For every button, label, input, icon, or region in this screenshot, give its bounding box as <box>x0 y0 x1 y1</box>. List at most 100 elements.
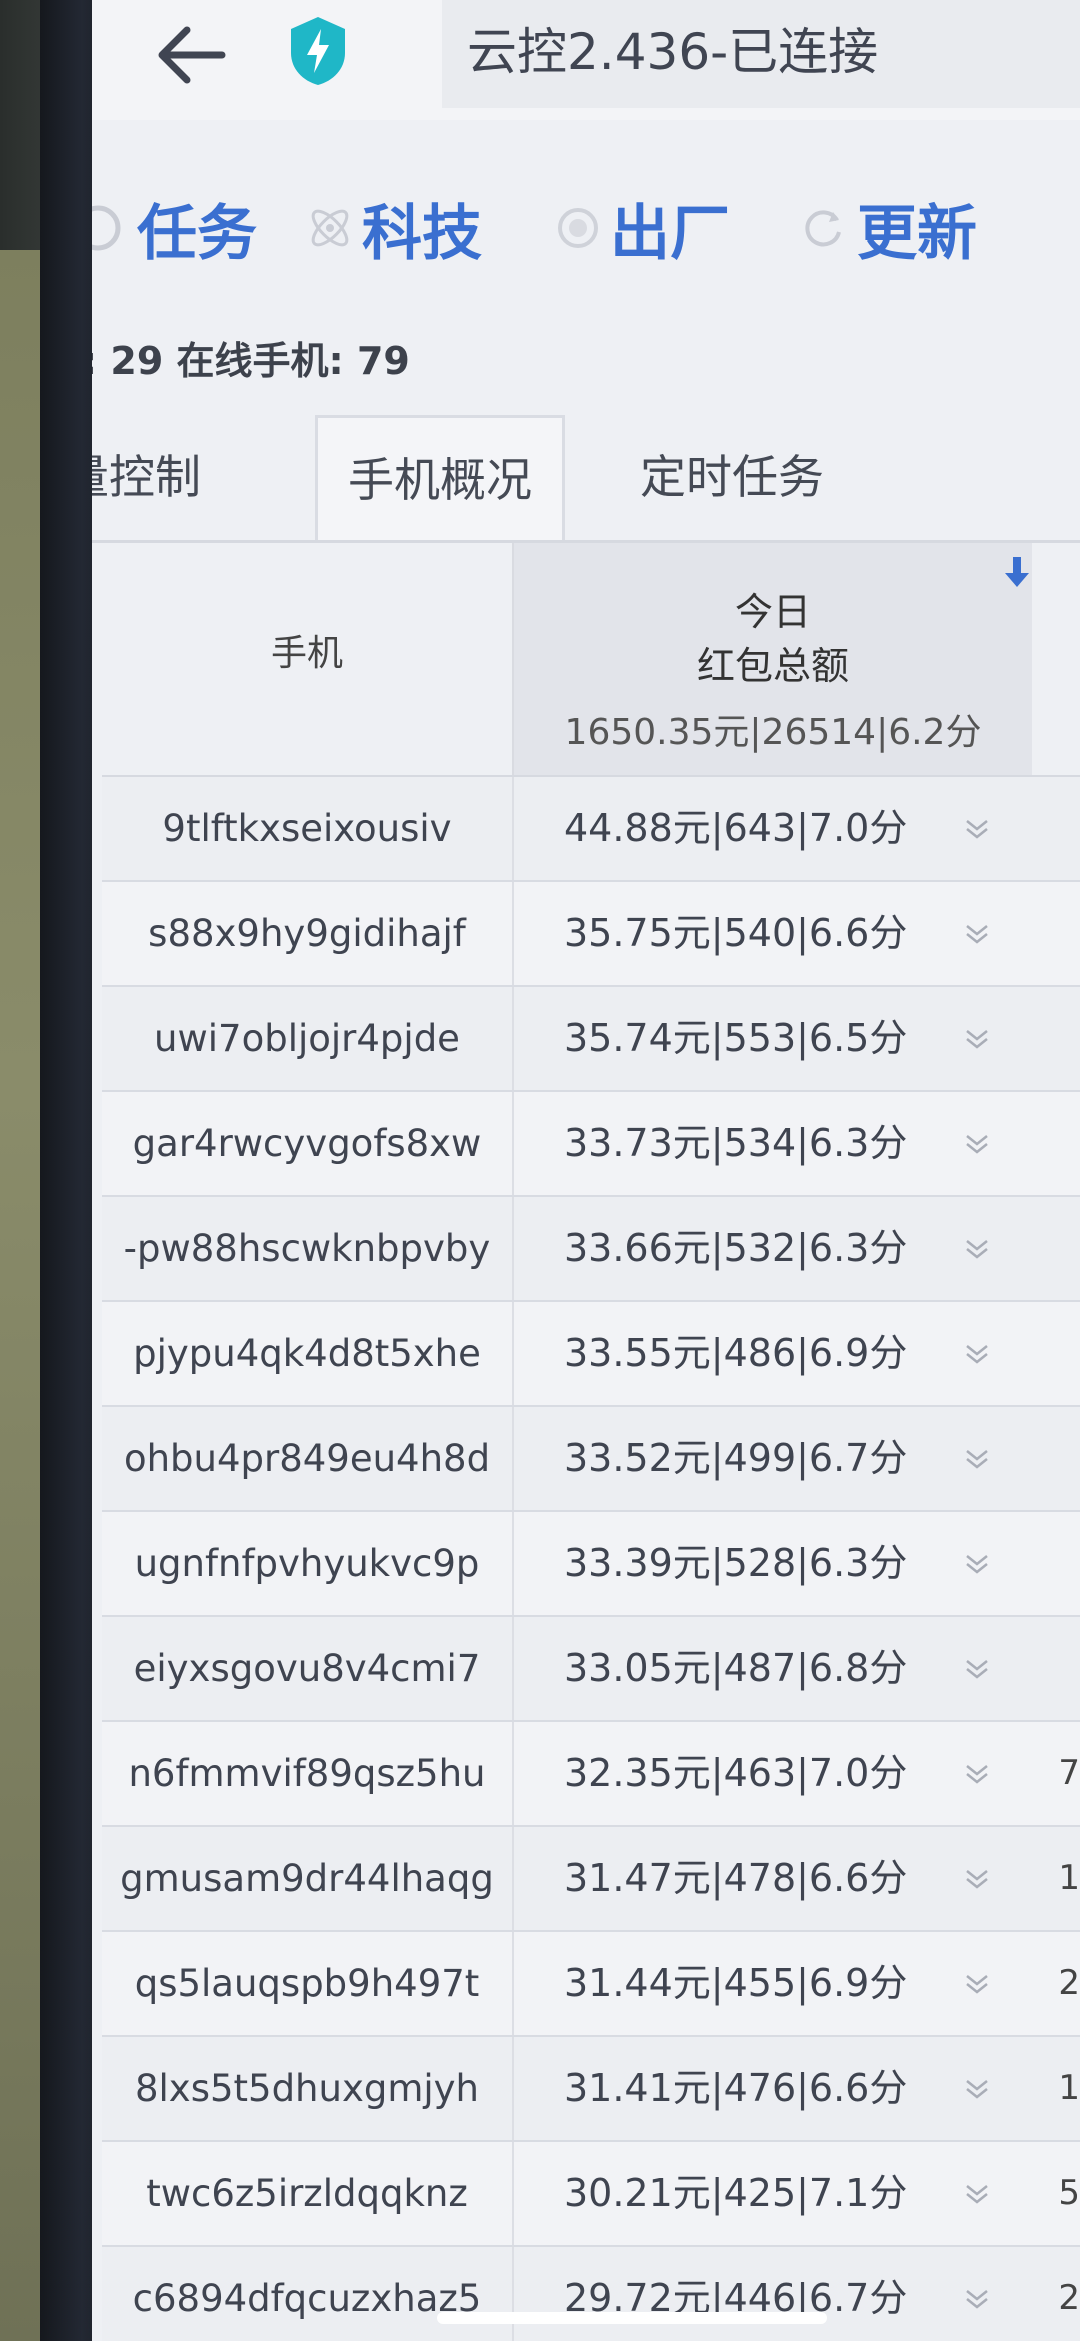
chevron-down-icon[interactable] <box>962 1447 992 1471</box>
amount-value: 33.66元|532|6.3分 <box>564 1226 908 1270</box>
amount-cell: 33.66元|532|6.3分 <box>512 1197 1032 1300</box>
chevron-down-icon[interactable] <box>962 1237 992 1261</box>
amount-cell: 31.41元|476|6.6分 <box>512 2037 1032 2140</box>
tab-phone-overview[interactable]: 手机概况 <box>315 415 565 540</box>
column-header-phone-label: 手机 <box>270 633 343 674</box>
next-column-cell: 1 <box>1058 2068 1080 2108</box>
table-row[interactable]: 9tlftkxseixousiv 44.88元|643|7.0分 <box>102 777 1080 882</box>
table-row[interactable]: ohbu4pr849eu4h8d 33.52元|499|6.7分 <box>102 1407 1080 1512</box>
atom-icon <box>311 209 349 247</box>
chevron-down-icon[interactable] <box>962 1657 992 1681</box>
chevron-down-icon[interactable] <box>962 2077 992 2101</box>
next-column-cell <box>1030 882 1080 985</box>
table-row[interactable]: qs5lauqspb9h497t 31.44元|455|6.9分 2 <box>102 1932 1080 2037</box>
chevron-down-icon[interactable] <box>962 2182 992 2206</box>
next-column-cell <box>1030 1092 1080 1195</box>
amount-value: 35.74元|553|6.5分 <box>564 1016 908 1060</box>
table-row[interactable]: c6894dfqcuzxhaz5 29.72元|446|6.7分 2 <box>102 2247 1080 2341</box>
phone-id-cell: s88x9hy9gidihajf <box>102 882 512 985</box>
amount-cell: 35.75元|540|6.6分 <box>512 882 1032 985</box>
arrow-left-icon[interactable] <box>152 20 232 90</box>
table-row[interactable]: n6fmmvif89qsz5hu 32.35元|463|7.0分 7 <box>102 1722 1080 1827</box>
amount-value: 33.39元|528|6.3分 <box>564 1541 908 1585</box>
amount-value: 31.44元|455|6.9分 <box>564 1961 908 2005</box>
phone-id: gmusam9dr44lhaqg <box>120 1857 494 1900</box>
app-screen: 云控2.436-已连接 任务 科技 出厂 更新 机: 29 在线手机: 79 批… <box>92 0 1080 2341</box>
phone-table: 手机 今日 红包总额 1650.35元|26514|6.2分 9tlftkxse… <box>102 543 1080 2341</box>
phone-id-cell: 8lxs5t5dhuxgmjyh <box>102 2037 512 2140</box>
phone-id: gar4rwcyvgofs8xw <box>132 1122 482 1165</box>
next-column-cell: 7 <box>1058 1753 1080 1793</box>
table-row[interactable]: -pw88hscwknbpvby 33.66元|532|6.3分 <box>102 1197 1080 1302</box>
phone-id: pjypu4qk4d8t5xhe <box>133 1332 481 1375</box>
amount-cell: 31.44元|455|6.9分 <box>512 1932 1032 2035</box>
page-title: 云控2.436-已连接 <box>467 23 879 81</box>
phone-id-cell: eiyxsgovu8v4cmi7 <box>102 1617 512 1720</box>
next-column-cell <box>1030 1512 1080 1615</box>
phone-id: eiyxsgovu8v4cmi7 <box>133 1647 481 1690</box>
table-row[interactable]: gmusam9dr44lhaqg 31.47元|478|6.6分 1 <box>102 1827 1080 1932</box>
amount-cell: 30.21元|425|7.1分 <box>512 2142 1032 2245</box>
chevron-down-icon[interactable] <box>962 1132 992 1156</box>
menu-item-tech[interactable]: 科技 <box>362 185 482 272</box>
table-row[interactable]: eiyxsgovu8v4cmi7 33.05元|487|6.8分 <box>102 1617 1080 1722</box>
phone-id: ugnfnfpvhyukvc9p <box>134 1542 480 1585</box>
chevron-down-icon[interactable] <box>962 1027 992 1051</box>
table-row[interactable]: twc6z5irzldqqknz 30.21元|425|7.1分 5 <box>102 2142 1080 2247</box>
amount-cell: 33.52元|499|6.7分 <box>512 1407 1032 1510</box>
chevron-down-icon[interactable] <box>962 1552 992 1576</box>
chevron-down-icon[interactable] <box>962 817 992 841</box>
table-row[interactable]: gar4rwcyvgofs8xw 33.73元|534|6.3分 <box>102 1092 1080 1197</box>
menu-item-update[interactable]: 更新 <box>857 185 977 272</box>
table-body: 9tlftkxseixousiv 44.88元|643|7.0分 s88x9hy9g… <box>102 777 1080 2341</box>
column-header-amount[interactable]: 今日 红包总额 1650.35元|26514|6.2分 <box>512 543 1032 775</box>
chevron-down-icon[interactable] <box>962 922 992 946</box>
phone-id: s88x9hy9gidihajf <box>148 912 466 955</box>
chevron-down-icon[interactable] <box>962 1972 992 1996</box>
next-column-cell <box>1030 1197 1080 1300</box>
amount-value: 32.35元|463|7.0分 <box>564 1751 908 1795</box>
tab-batch-control[interactable]: 批量控制 <box>92 415 201 540</box>
amount-cell: 31.47元|478|6.6分 <box>512 1827 1032 1930</box>
phone-id-cell: gmusam9dr44lhaqg <box>102 1827 512 1930</box>
menu-item-task[interactable]: 任务 <box>137 185 257 272</box>
column-total-summary: 1650.35元|26514|6.2分 <box>564 712 982 753</box>
phone-id-cell: qs5lauqspb9h497t <box>102 1932 512 2035</box>
phone-id-cell: -pw88hscwknbpvby <box>102 1197 512 1300</box>
phone-id: c6894dfqcuzxhaz5 <box>132 2277 482 2320</box>
table-row[interactable]: pjypu4qk4d8t5xhe 33.55元|486|6.9分 <box>102 1302 1080 1407</box>
chevron-down-icon[interactable] <box>962 1762 992 1786</box>
phone-id: 8lxs5t5dhuxgmjyh <box>134 2067 480 2110</box>
amount-value: 33.55元|486|6.9分 <box>564 1331 908 1375</box>
task-icon <box>92 205 121 251</box>
next-column-cell <box>1030 987 1080 1090</box>
phone-id: n6fmmvif89qsz5hu <box>128 1752 486 1795</box>
table-row[interactable]: 8lxs5t5dhuxgmjyh 31.41元|476|6.6分 1 <box>102 2037 1080 2142</box>
chevron-down-icon[interactable] <box>962 1867 992 1891</box>
tab-scheduled-tasks[interactable]: 定时任务 <box>640 415 824 540</box>
phone-id: 9tlftkxseixousiv <box>162 807 452 850</box>
top-menu: 任务 科技 出厂 更新 <box>92 160 1080 290</box>
sort-down-icon[interactable] <box>1002 553 1032 593</box>
menu-item-factory[interactable]: 出厂 <box>610 185 730 272</box>
next-column-cell <box>1030 1617 1080 1720</box>
amount-cell: 32.35元|463|7.0分 <box>512 1722 1032 1825</box>
phone-id: qs5lauqspb9h497t <box>134 1962 480 2005</box>
chevron-down-icon[interactable] <box>962 1342 992 1366</box>
table-row[interactable]: s88x9hy9gidihajf 35.75元|540|6.6分 <box>102 882 1080 987</box>
circle-icon <box>558 208 598 248</box>
amount-value: 44.88元|643|7.0分 <box>564 806 908 850</box>
home-indicator[interactable] <box>437 2312 827 2324</box>
table-row[interactable]: ugnfnfpvhyukvc9p 33.39元|528|6.3分 <box>102 1512 1080 1617</box>
column-header-amount-line1: 今日 <box>734 590 811 634</box>
phone-id-cell: ohbu4pr849eu4h8d <box>102 1407 512 1510</box>
next-column-cell: 5 <box>1058 2173 1080 2213</box>
phone-id-cell: n6fmmvif89qsz5hu <box>102 1722 512 1825</box>
column-header-phone[interactable]: 手机 <box>102 543 512 775</box>
amount-value: 33.73元|534|6.3分 <box>564 1121 908 1165</box>
table-row[interactable]: uwi7obljojr4pjde 35.74元|553|6.5分 <box>102 987 1080 1092</box>
phone-id-cell: twc6z5irzldqqknz <box>102 2142 512 2245</box>
chevron-down-icon[interactable] <box>962 2287 992 2311</box>
amount-cell: 44.88元|643|7.0分 <box>512 777 1032 880</box>
shield-bolt-icon <box>291 17 345 85</box>
